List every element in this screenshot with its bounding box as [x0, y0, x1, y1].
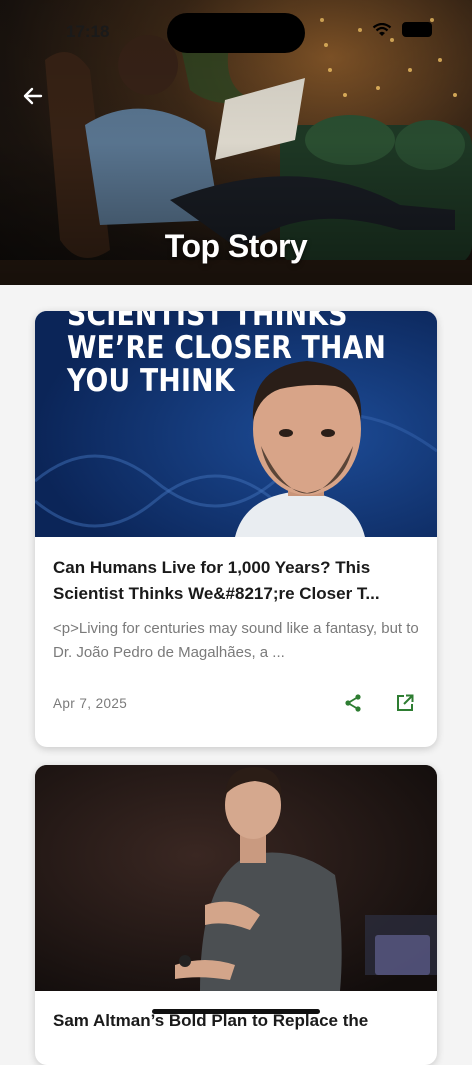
open-in-browser-button[interactable]	[391, 689, 419, 717]
article-image	[35, 765, 437, 991]
share-button[interactable]	[339, 689, 367, 717]
page-title: Top Story	[164, 228, 308, 264]
article-title[interactable]: Sam Altman’s Bold Plan to Replace the	[53, 1011, 368, 1031]
speaker-photo	[35, 765, 437, 991]
wifi-icon	[372, 22, 392, 36]
battery-icon	[402, 22, 432, 37]
share-icon	[345, 694, 361, 712]
hero-header: 17:18 Top Story	[0, 0, 472, 285]
article-image-headline: SCIENTIST THINKS WE’RE CLOSER THAN YOU T…	[67, 311, 387, 399]
article-title[interactable]: Can Humans Live for 1,000 Years? This Sc…	[53, 555, 419, 607]
article-card[interactable]: SCIENTIST THINKS WE’RE CLOSER THAN YOU T…	[35, 311, 437, 747]
article-date: Apr 7, 2025	[53, 695, 128, 711]
article-image: SCIENTIST THINKS WE’RE CLOSER THAN YOU T…	[35, 311, 437, 537]
arrow-left-icon	[23, 87, 43, 105]
home-indicator	[152, 1009, 320, 1014]
article-description: <p>Living for centuries may sound like a…	[53, 620, 419, 661]
article-footer: Apr 7, 2025	[53, 689, 419, 717]
status-time: 17:18	[66, 22, 110, 41]
article-card[interactable]: Sam Altman’s Bold Plan to Replace the	[35, 765, 437, 1065]
back-button[interactable]	[18, 82, 46, 110]
open-in-new-icon	[397, 694, 414, 711]
dynamic-island	[167, 13, 305, 53]
status-icons	[372, 22, 432, 37]
